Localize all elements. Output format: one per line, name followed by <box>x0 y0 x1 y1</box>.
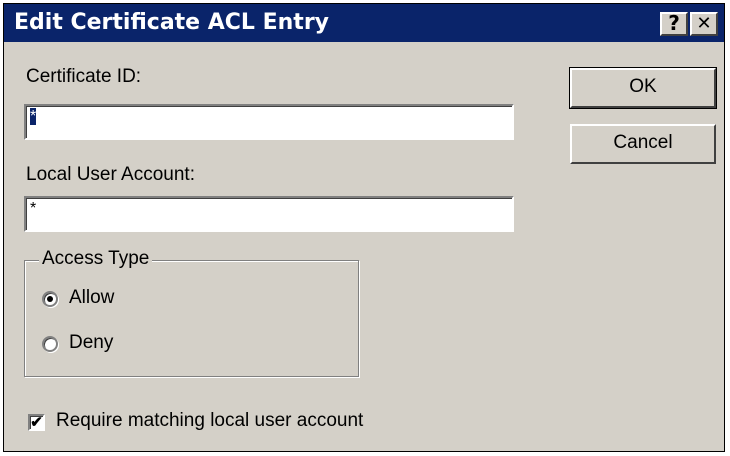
local-user-account-value: * <box>30 200 37 217</box>
checkmark-icon: ✔ <box>30 414 43 431</box>
access-type-group: Access Type Allow Deny <box>24 248 359 377</box>
close-button[interactable]: ✕ <box>690 12 718 36</box>
certificate-id-value: * <box>30 108 37 125</box>
ok-button[interactable]: OK <box>569 67 717 109</box>
local-user-account-input[interactable]: * <box>24 196 514 232</box>
require-matching-label[interactable]: Require matching local user account <box>56 410 363 432</box>
require-matching-checkbox[interactable]: ✔ <box>28 414 45 431</box>
allow-radio[interactable] <box>42 291 58 307</box>
dialog-title: Edit Certificate ACL Entry <box>14 10 330 35</box>
certificate-id-input[interactable]: * <box>24 104 514 140</box>
deny-radio-label[interactable]: Deny <box>69 332 113 354</box>
help-button[interactable]: ? <box>660 12 688 36</box>
cancel-button[interactable]: Cancel <box>570 124 716 164</box>
allow-radio-label[interactable]: Allow <box>69 287 114 309</box>
radio-selected-dot <box>47 296 53 302</box>
local-user-account-label: Local User Account: <box>26 164 195 185</box>
title-bar[interactable]: Edit Certificate ACL Entry ? ✕ <box>4 4 724 42</box>
certificate-id-label: Certificate ID: <box>26 66 142 87</box>
dialog-window: Edit Certificate ACL Entry ? ✕ Certifica… <box>3 3 725 452</box>
close-icon: ✕ <box>696 13 712 34</box>
access-type-title: Access Type <box>39 248 153 270</box>
deny-radio[interactable] <box>42 336 58 352</box>
